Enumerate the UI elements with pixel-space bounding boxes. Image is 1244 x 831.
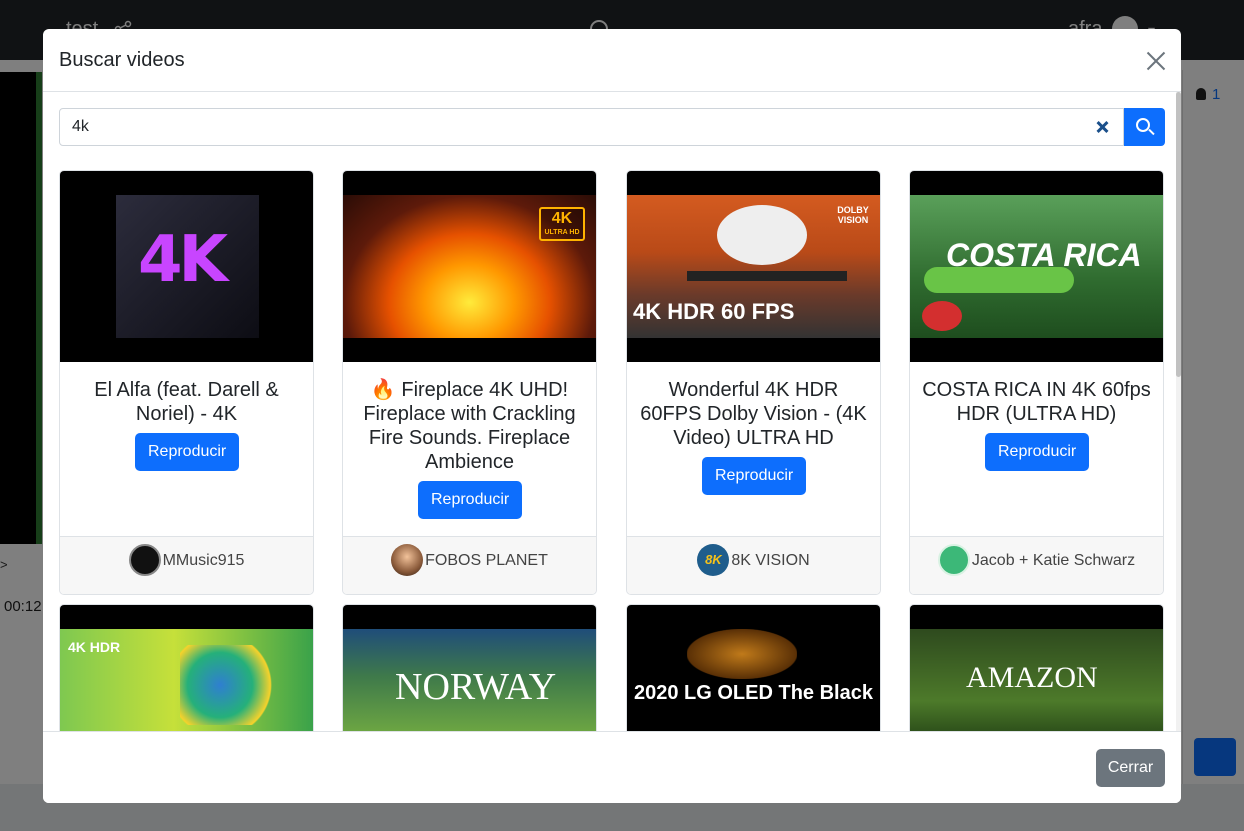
modal-footer: Cerrar (43, 731, 1181, 803)
channel-name: 8K VISION (731, 552, 810, 570)
video-card: 4K HDR 60 FPS DOLBY VISION Wonderful 4K … (626, 170, 881, 595)
card-footer: MMusic915 (60, 536, 313, 594)
search-videos-modal: Buscar videos 4K El Alfa (feat. Darell &… (43, 29, 1181, 803)
channel-name: MMusic915 (162, 552, 245, 570)
channel-avatar (128, 544, 161, 576)
play-button[interactable]: Reproducir (418, 481, 523, 519)
video-card: NORWAY (342, 604, 597, 732)
dolby-vision-logo: DOLBY VISION (837, 205, 869, 225)
scrollbar-thumb[interactable] (1176, 92, 1181, 377)
card-footer: FOBOS PLANET (343, 536, 596, 594)
card-footer: Jacob + Katie Schwarz (910, 536, 1163, 594)
search-row (59, 108, 1165, 146)
modal-body[interactable]: 4K El Alfa (feat. Darell & Noriel) - 4K … (43, 92, 1181, 732)
video-thumbnail[interactable]: COSTA RICA (910, 171, 1163, 362)
close-icon[interactable] (1144, 49, 1168, 73)
channel-avatar (391, 544, 424, 576)
channel-info: 8K 8K VISION (627, 544, 880, 577)
video-title: COSTA RICA IN 4K 60fps HDR (ULTRA HD) (922, 379, 1151, 425)
modal-header: Buscar videos (43, 29, 1181, 92)
modal-scrollbar[interactable] (1176, 92, 1181, 732)
channel-avatar: 8K (697, 544, 730, 576)
video-card: COSTA RICA COSTA RICA IN 4K 60fps HDR (U… (909, 170, 1164, 595)
video-title: 🔥 Fireplace 4K UHD! Fireplace with Crack… (363, 379, 576, 473)
video-thumbnail[interactable]: 4K HDR (60, 605, 313, 732)
channel-name: FOBOS PLANET (425, 552, 548, 570)
search-input[interactable] (59, 108, 1124, 146)
channel-info: MMusic915 (60, 544, 313, 577)
channel-avatar (937, 544, 970, 576)
search-button[interactable] (1124, 108, 1165, 146)
play-button[interactable]: Reproducir (135, 433, 240, 471)
video-card: AMAZON (909, 604, 1164, 732)
play-button[interactable]: Reproducir (985, 433, 1090, 471)
video-thumbnail[interactable]: 4K HDR 60 FPS DOLBY VISION (627, 171, 880, 362)
ultra-hd-badge: 4K ULTRA HD (539, 207, 585, 241)
video-card: 4K HDR (59, 604, 314, 732)
video-card: 4K El Alfa (feat. Darell & Noriel) - 4K … (59, 170, 314, 595)
channel-info: Jacob + Katie Schwarz (910, 544, 1163, 577)
channel-info: FOBOS PLANET (343, 544, 596, 577)
play-button[interactable]: Reproducir (702, 457, 807, 495)
video-title: Wonderful 4K HDR 60FPS Dolby Vision - (4… (640, 379, 867, 449)
clear-search-icon[interactable] (1095, 120, 1109, 134)
close-button[interactable]: Cerrar (1096, 749, 1165, 787)
video-thumbnail[interactable]: AMAZON (910, 605, 1163, 732)
video-thumbnail[interactable]: 4K (60, 171, 313, 362)
video-card: 4K ULTRA HD 🔥 Fireplace 4K UHD! Fireplace… (342, 170, 597, 595)
video-thumbnail[interactable]: 2020 LG OLED The Black (627, 605, 880, 732)
video-thumbnail[interactable]: NORWAY (343, 605, 596, 732)
modal-title: Buscar videos (59, 49, 185, 71)
video-thumbnail[interactable]: 4K ULTRA HD (343, 171, 596, 362)
video-title: El Alfa (feat. Darell & Noriel) - 4K (94, 379, 279, 425)
card-footer: 8K 8K VISION (627, 536, 880, 594)
video-card: 2020 LG OLED The Black (626, 604, 881, 732)
channel-name: Jacob + Katie Schwarz (971, 552, 1136, 570)
